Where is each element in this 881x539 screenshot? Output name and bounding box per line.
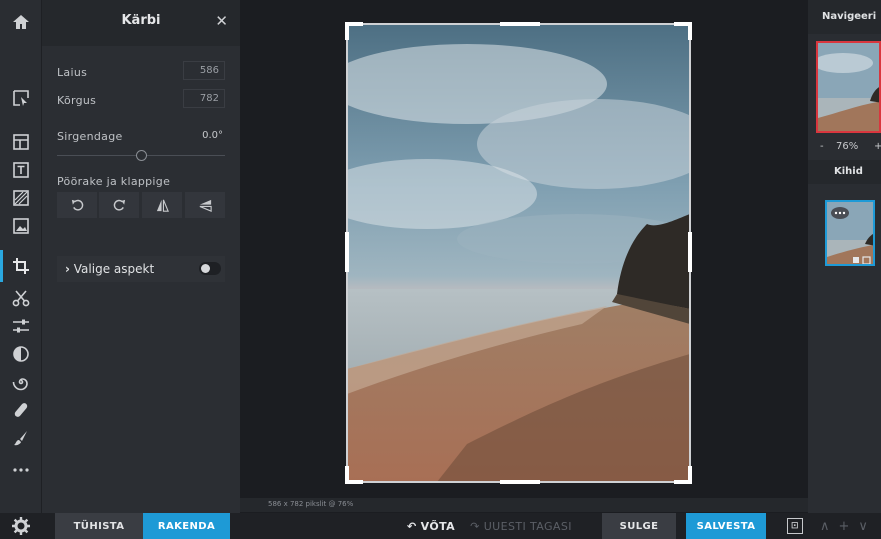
chevron-right-icon: › xyxy=(65,262,70,276)
height-label: Kõrgus xyxy=(57,94,97,107)
layers-title: Kihid xyxy=(834,166,863,177)
panel-header: Kärbi ✕ xyxy=(42,0,240,46)
aspect-toggle[interactable] xyxy=(199,262,221,275)
height-field[interactable]: 782 xyxy=(183,89,225,108)
apply-button[interactable]: RAKENDA xyxy=(143,513,230,539)
layer-item[interactable] xyxy=(825,200,875,266)
undo-button[interactable]: ↶ VÕTA xyxy=(402,513,460,539)
save-button[interactable]: SALVESTA xyxy=(686,513,766,539)
flip-vertical-button[interactable] xyxy=(185,192,225,218)
rotate-left-button[interactable] xyxy=(57,192,97,218)
undo-icon: ↶ xyxy=(406,519,417,533)
close-button[interactable]: SULGE xyxy=(602,513,676,539)
flip-vertical-icon xyxy=(199,199,212,212)
flip-horizontal-button[interactable] xyxy=(142,192,182,218)
layer-down-icon[interactable]: ∨ xyxy=(858,519,868,534)
navigator-thumbnail[interactable] xyxy=(816,41,881,133)
flip-horizontal-icon xyxy=(156,199,169,212)
straighten-slider-thumb[interactable] xyxy=(135,150,147,161)
navigator-preview xyxy=(818,43,879,131)
cancel-button[interactable]: TÜHISTA xyxy=(55,513,143,539)
width-label: Laius xyxy=(57,66,88,79)
crop-handle-top[interactable] xyxy=(500,22,540,26)
crop-panel: Kärbi ✕ Laius 586 Kõrgus 782 Sirgendage … xyxy=(42,0,240,539)
crop-corner-bottom-right-v[interactable] xyxy=(688,466,692,484)
rotate-right-button[interactable] xyxy=(99,192,139,218)
aspect-label: › Valige aspekt xyxy=(65,262,155,276)
canvas-status: 586 x 782 pikslit @ 76% xyxy=(268,500,354,508)
more-icon[interactable] xyxy=(0,452,42,484)
arrange-icon[interactable] xyxy=(0,82,42,114)
close-icon[interactable]: ✕ xyxy=(215,12,228,30)
navigator-header: Navigeeri xyxy=(808,0,881,34)
brush-icon[interactable] xyxy=(0,422,42,454)
crop-corner-bottom-left-v[interactable] xyxy=(345,466,349,484)
panel-toggle-icon[interactable]: ⊡ xyxy=(787,518,803,534)
crop-icon[interactable] xyxy=(0,250,42,282)
photo-editor: Kärbi ✕ Laius 586 Kõrgus 782 Sirgendage … xyxy=(0,0,881,539)
redo-icon: ↷ xyxy=(470,519,480,533)
crop-handle-bottom[interactable] xyxy=(500,480,540,484)
rotate-right-icon xyxy=(113,199,125,211)
crop-handle-left[interactable] xyxy=(345,232,349,272)
straighten-label: Sirgendage xyxy=(57,130,123,143)
tool-rail xyxy=(0,0,42,539)
layers-header: Kihid xyxy=(808,160,881,184)
zoom-out-button[interactable]: - xyxy=(820,141,824,152)
layer-actions: ∧ + ∨ xyxy=(820,513,868,539)
home-icon[interactable] xyxy=(0,6,42,38)
rotate-left-icon xyxy=(71,199,83,211)
navigator-title: Navigeeri xyxy=(822,11,877,22)
settings-icon[interactable] xyxy=(0,510,42,539)
layer-preview xyxy=(827,202,873,264)
beach-photo xyxy=(347,24,690,482)
layer-up-icon[interactable]: ∧ xyxy=(820,519,830,534)
panel-title: Kärbi xyxy=(121,13,161,28)
straighten-value: 0.0° xyxy=(202,130,223,141)
crop-handle-right[interactable] xyxy=(688,232,692,272)
crop-corner-top-left-v[interactable] xyxy=(345,22,349,40)
width-field[interactable]: 586 xyxy=(183,61,225,80)
aspect-section[interactable]: › Valige aspekt xyxy=(57,256,225,282)
photo-canvas[interactable] xyxy=(347,24,690,482)
zoom-in-button[interactable]: + xyxy=(874,141,881,152)
image-icon[interactable] xyxy=(0,210,42,242)
crop-corner-top-right-v[interactable] xyxy=(688,22,692,40)
redo-button[interactable]: ↷ UUESTI TAGASI xyxy=(466,513,576,539)
add-layer-icon[interactable]: + xyxy=(839,519,850,534)
rotate-flip-label: Pöörake ja klappige xyxy=(57,175,171,188)
zoom-value: 76% xyxy=(836,141,859,152)
bottom-bar: TÜHISTA RAKENDA ↶ VÕTA ↷ UUESTI TAGASI SUL… xyxy=(0,513,881,539)
